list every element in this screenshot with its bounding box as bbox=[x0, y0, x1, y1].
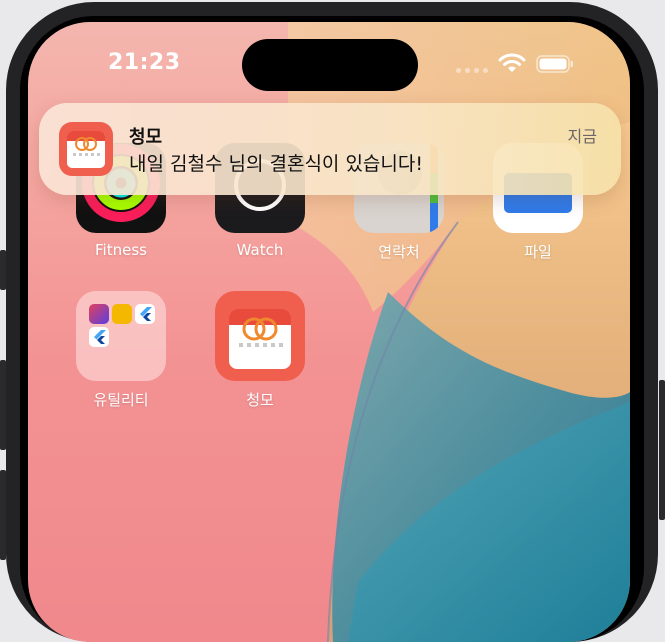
notification-message: 내일 김철수 님의 결혼식이 있습니다! bbox=[129, 153, 423, 175]
notification-app-name: 청모 bbox=[129, 127, 163, 148]
flutter-icon bbox=[135, 304, 155, 324]
flutter-icon bbox=[89, 327, 109, 347]
folder-icon bbox=[76, 291, 166, 381]
app-label: Fitness bbox=[95, 241, 147, 259]
wifi-icon bbox=[498, 53, 526, 72]
app-label: 유틸리티 bbox=[93, 391, 149, 409]
folder-utilities[interactable]: 유틸리티 bbox=[66, 291, 176, 410]
dynamic-island bbox=[242, 39, 418, 91]
status-time: 21:23 bbox=[108, 50, 181, 75]
cellular-signal-icon bbox=[456, 68, 488, 73]
app-cheongmo[interactable]: 청모 bbox=[205, 291, 315, 410]
wedding-rings-calendar-icon bbox=[59, 122, 113, 176]
app-label: 청모 bbox=[246, 391, 274, 409]
app-label: 연락처 bbox=[378, 243, 420, 261]
shortcuts-icon bbox=[89, 304, 109, 324]
wallet-icon bbox=[112, 304, 132, 324]
notification-banner[interactable]: 청모 내일 김철수 님의 결혼식이 있습니다! 지금 bbox=[39, 103, 621, 195]
app-label: Watch bbox=[236, 241, 284, 259]
wedding-rings-calendar-icon bbox=[215, 291, 305, 381]
side-button-right bbox=[659, 380, 665, 520]
app-label: 파일 bbox=[524, 243, 552, 261]
notification-time: 지금 bbox=[567, 127, 597, 146]
battery-icon bbox=[536, 55, 573, 73]
